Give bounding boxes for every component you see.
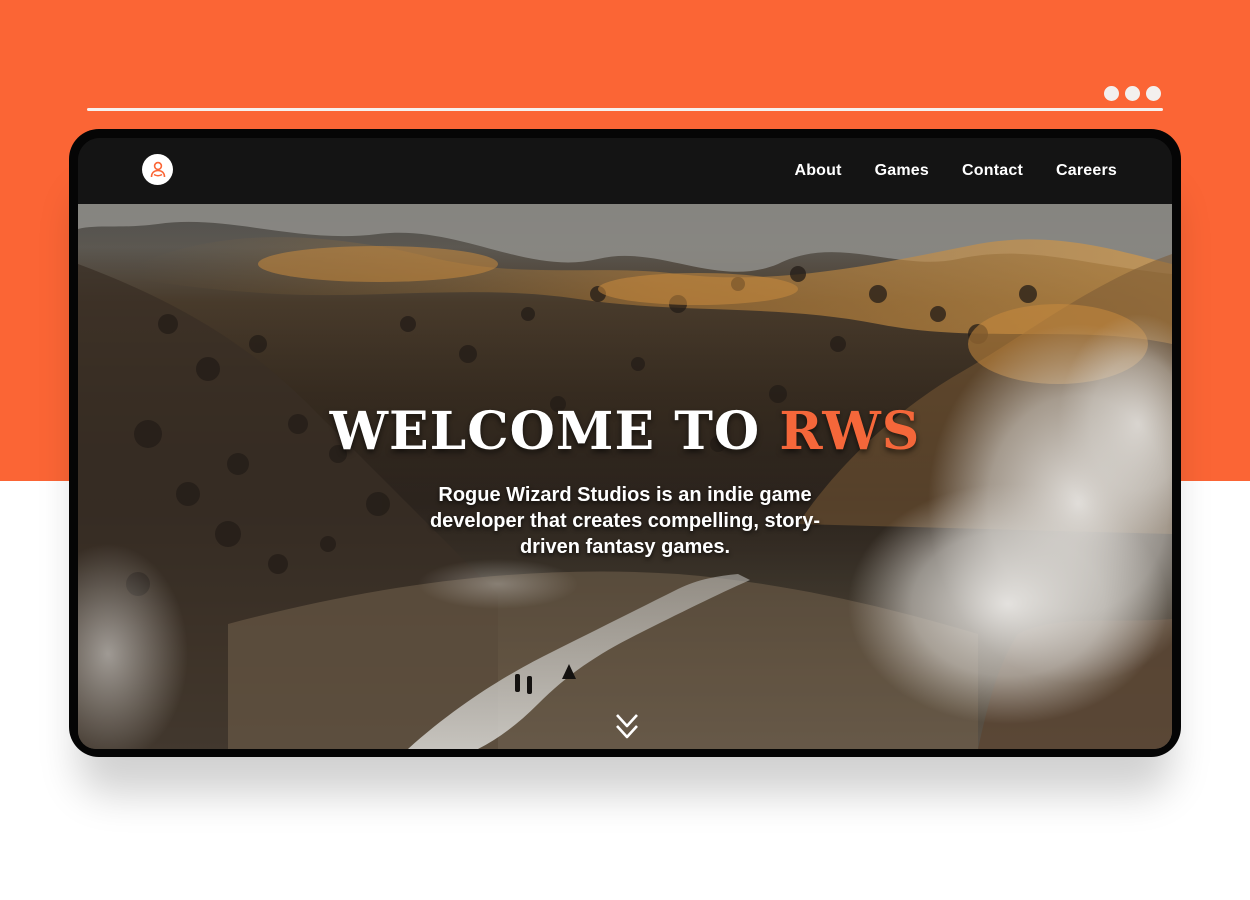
window-dot-3[interactable] [1146,86,1161,101]
nav-link-games[interactable]: Games [875,162,929,180]
website-screen: About Games Contact Careers WELCOME TO R… [78,138,1172,749]
nav-link-careers[interactable]: Careers [1056,162,1117,180]
window-controls [1104,86,1161,101]
hero-landscape-image [78,204,1172,749]
nav-link-contact[interactable]: Contact [962,162,1023,180]
user-icon [150,161,165,177]
nav-link-about[interactable]: About [794,162,841,180]
nav-links: About Games Contact Careers [794,138,1117,204]
scroll-down-button[interactable] [614,713,640,741]
browser-address-line [87,108,1163,111]
window-dot-2[interactable] [1125,86,1140,101]
hero-subtitle: Rogue Wizard Studios is an indie game de… [429,484,821,558]
hero-title-accent: RWS [779,401,921,462]
navbar: About Games Contact Careers [78,138,1172,204]
hero-title: WELCOME TO RWS [78,401,1172,462]
hero-title-main: WELCOME TO [329,401,780,462]
hero-section: WELCOME TO RWS Rogue Wizard Studios is a… [78,204,1172,749]
window-dot-1[interactable] [1104,86,1119,101]
chevron-double-down-icon [616,714,638,739]
logo-button[interactable] [142,154,173,185]
